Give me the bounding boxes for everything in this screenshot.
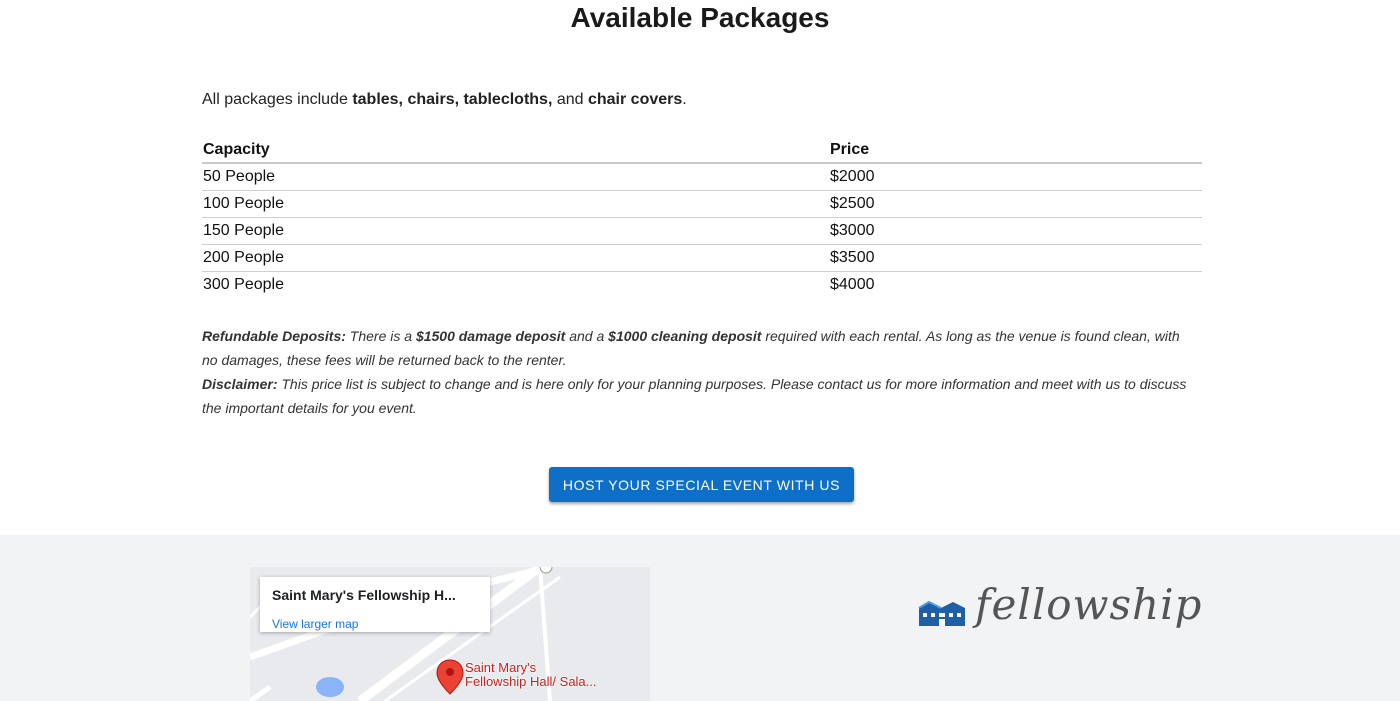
page-title: Available Packages [570,2,830,33]
map-info-card: Saint Mary's Fellowship H... View larger… [260,577,490,632]
capacity-cell: 100 People [202,190,829,218]
pin-label-line1: Saint Mary's [465,660,537,675]
capacity-cell: 150 People [202,217,829,245]
intro-period: . [682,91,687,108]
disclaimer-label: Disclaimer: [202,376,278,392]
intro-bold-last: chair covers [587,91,683,108]
capacity-cell: 300 People [203,276,284,293]
embedded-map[interactable]: Saint Mary's Fellowship H... View larger… [250,567,650,701]
header-price: Price [829,138,1202,164]
table-row: 150 People $3000 [202,217,1202,245]
price-cell: $2500 [829,190,1202,218]
page: Available Packages All packages include … [0,0,1400,701]
building-icon [918,600,965,626]
footer: Saint Mary's Fellowship H... View larger… [0,535,1400,701]
header-capacity: Capacity [202,138,829,164]
table-row: 300 People $4000 [202,272,1202,299]
price-cell: $3500 [829,244,1202,272]
table-row: 100 People $2500 [202,190,1202,218]
disclaimer-text: This price list is subject to change and… [202,376,1187,416]
fellowship-logo: fellowship [915,580,1201,650]
deposit-text: and a [565,328,609,344]
table-header-row: Capacity Price [202,138,1202,164]
deposit-label: Refundable Deposits: [202,328,346,344]
intro-prefix: All packages include [202,91,353,108]
pin-label-line2: Fellowship Hall/ Sala... [465,674,597,689]
price-cell: $3000 [829,217,1202,245]
intro-and: and [552,91,588,108]
packages-section: Available Packages All packages include … [0,0,1400,535]
table-row: 50 People $2000 [202,163,1202,191]
packages-intro: All packages include tables, chairs, tab… [202,91,687,109]
packages-table: Capacity Price 50 People $2000 100 Peopl… [202,138,1202,298]
cleaning-deposit: $1000 cleaning deposit [608,328,762,344]
logo-text: fellowship [975,580,1203,629]
disclaimer-note: Disclaimer: This price list is subject t… [202,372,1192,420]
deposit-text: There is a [345,328,416,344]
table-row: 200 People $3500 [202,244,1202,272]
capacity-cell: 50 People [202,163,829,191]
price-cell: $4000 [830,276,875,293]
intro-bold-items: tables, chairs, tablecloths, [352,91,553,108]
map-pin-icon[interactable] [436,659,464,695]
map-pin-label: Saint Mary's Fellowship Hall/ Sala... [465,661,597,689]
price-cell: $2000 [829,163,1202,191]
map-place-name: Saint Mary's Fellowship H... [272,587,456,603]
view-larger-map-link[interactable]: View larger map [272,617,358,631]
capacity-cell: 200 People [202,244,829,272]
damage-deposit: $1500 damage deposit [415,328,566,344]
packages-notes: Refundable Deposits: There is a $1500 da… [202,324,1192,420]
host-event-button[interactable]: Host your special event with us [549,467,854,502]
deposit-note: Refundable Deposits: There is a $1500 da… [202,324,1192,372]
